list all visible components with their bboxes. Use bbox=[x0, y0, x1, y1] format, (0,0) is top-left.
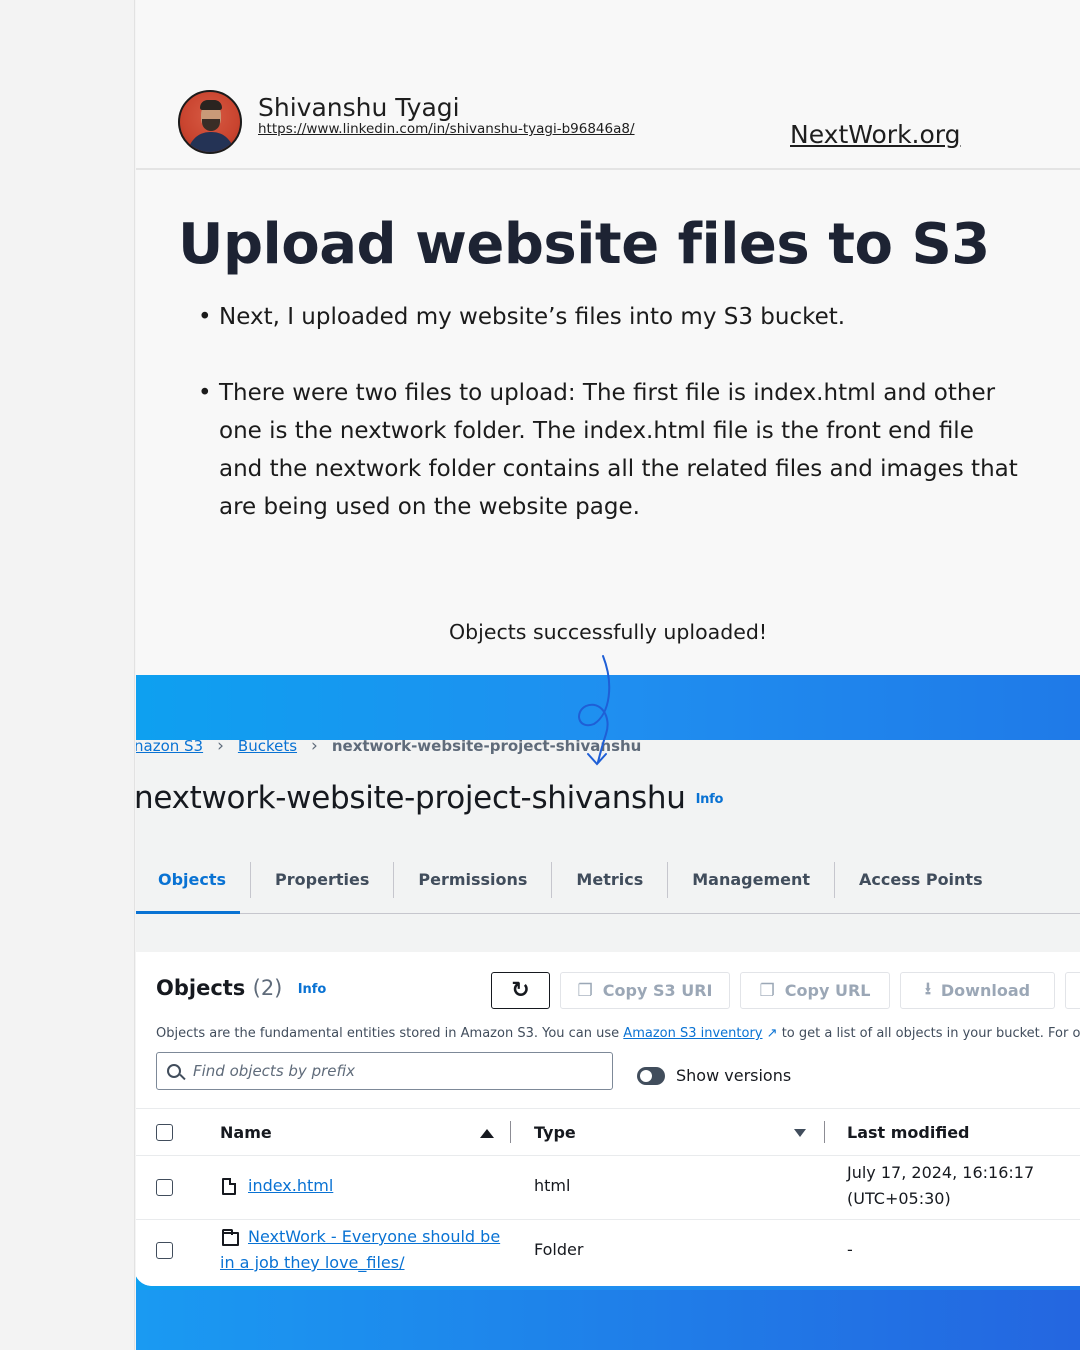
select-all-checkbox[interactable] bbox=[156, 1124, 173, 1141]
author-block: Shivanshu Tyagi https://www.linkedin.com… bbox=[178, 90, 635, 156]
tab-access-points[interactable]: Access Points bbox=[834, 862, 1007, 898]
tab-permissions[interactable]: Permissions bbox=[393, 862, 551, 898]
column-last-modified[interactable]: Last modified bbox=[847, 1123, 970, 1142]
avatar bbox=[178, 90, 242, 154]
object-last-modified-tz: (UTC+05:30) bbox=[847, 1189, 951, 1208]
objects-count: (2) bbox=[252, 976, 283, 1000]
objects-info-link[interactable]: Info bbox=[298, 982, 327, 997]
file-icon bbox=[222, 1178, 236, 1195]
copy-s3-uri-label: Copy S3 URI bbox=[602, 981, 713, 1000]
inventory-link[interactable]: Amazon S3 inventory bbox=[623, 1026, 762, 1041]
bullet-list: Next, I uploaded my website’s files into… bbox=[198, 298, 1018, 564]
refresh-icon: ↻ bbox=[511, 978, 530, 1003]
column-name[interactable]: Name bbox=[220, 1123, 272, 1142]
copy-icon: ❐ bbox=[759, 980, 775, 1001]
download-button[interactable]: ⭳ Download bbox=[900, 972, 1055, 1009]
tab-bar: Objects Properties Permissions Metrics M… bbox=[136, 856, 1080, 914]
sort-descending-icon[interactable] bbox=[794, 1129, 806, 1137]
download-icon: ⭳ bbox=[924, 979, 931, 999]
description-suffix: to get a list of all objects in your buc… bbox=[781, 1026, 1080, 1041]
console-header-area bbox=[136, 740, 1080, 952]
breadcrumb-amazon-s3[interactable]: nazon S3 bbox=[136, 740, 203, 755]
author-name: Shivanshu Tyagi bbox=[258, 93, 460, 122]
author-text: Shivanshu Tyagi https://www.linkedin.com… bbox=[258, 94, 635, 137]
objects-table: Name Type Last modified index.html html … bbox=[136, 1108, 1080, 1283]
caption: Objects successfully uploaded! bbox=[449, 620, 768, 644]
column-divider bbox=[510, 1121, 511, 1143]
hand-drawn-arrow-icon bbox=[578, 655, 611, 766]
bucket-title: nextwork-website-project-shivanshu Info bbox=[136, 780, 723, 816]
copy-url-label: Copy URL bbox=[784, 981, 871, 1000]
folder-name-link[interactable]: NextWork - Everyone should be bbox=[248, 1227, 500, 1246]
row-checkbox[interactable] bbox=[156, 1179, 173, 1196]
bullet-item: There were two files to upload: The firs… bbox=[198, 374, 1018, 526]
download-label: Download bbox=[940, 981, 1031, 1000]
object-last-modified: July 17, 2024, 16:16:17 bbox=[847, 1163, 1035, 1182]
brand-link[interactable]: NextWork.org bbox=[790, 120, 961, 149]
bottom-gradient bbox=[136, 1290, 1080, 1350]
object-type: html bbox=[534, 1176, 571, 1195]
objects-panel: Objects (2) Info ↻ ❐ Copy S3 URI ❐ Copy UR… bbox=[136, 952, 1080, 1286]
table-row: NextWork - Everyone should be in a job t… bbox=[136, 1219, 1080, 1283]
tab-management[interactable]: Management bbox=[667, 862, 834, 898]
object-last-modified: - bbox=[847, 1240, 853, 1259]
tab-properties[interactable]: Properties bbox=[250, 862, 393, 898]
table-header-row: Name Type Last modified bbox=[136, 1108, 1080, 1155]
show-versions-toggle[interactable]: Show versions bbox=[637, 1066, 791, 1085]
search-placeholder: Find objects by prefix bbox=[193, 1062, 356, 1080]
folder-icon bbox=[222, 1229, 239, 1246]
bullet-item: Next, I uploaded my website’s files into… bbox=[198, 298, 1018, 336]
copy-url-button[interactable]: ❐ Copy URL bbox=[740, 972, 890, 1009]
tab-metrics[interactable]: Metrics bbox=[551, 862, 667, 898]
breadcrumb-buckets[interactable]: Buckets bbox=[238, 740, 297, 755]
search-input[interactable]: Find objects by prefix bbox=[156, 1052, 613, 1090]
page-title: Upload website files to S3 bbox=[178, 212, 990, 277]
slide-page: Shivanshu Tyagi https://www.linkedin.com… bbox=[136, 0, 1080, 1350]
chevron-right-icon: › bbox=[217, 740, 224, 756]
active-tab-indicator bbox=[136, 911, 240, 914]
chevron-right-icon: › bbox=[311, 740, 318, 756]
objects-description: Objects are the fundamental entities sto… bbox=[156, 1026, 1080, 1041]
search-icon bbox=[167, 1064, 181, 1078]
show-versions-label: Show versions bbox=[676, 1066, 792, 1085]
table-row: index.html html July 17, 2024, 16:16:17 … bbox=[136, 1155, 1080, 1219]
left-gutter bbox=[0, 0, 135, 1350]
object-type: Folder bbox=[534, 1240, 584, 1259]
folder-name-link-continued[interactable]: in a job they love_files/ bbox=[220, 1253, 405, 1272]
header-divider bbox=[136, 168, 1080, 170]
refresh-button[interactable]: ↻ bbox=[491, 972, 550, 1009]
row-checkbox[interactable] bbox=[156, 1242, 173, 1259]
description-prefix: Objects are the fundamental entities sto… bbox=[156, 1026, 620, 1041]
toggle-switch[interactable] bbox=[637, 1066, 665, 1085]
objects-heading-label: Objects bbox=[156, 976, 246, 1000]
copy-icon: ❐ bbox=[577, 980, 593, 1001]
tab-objects[interactable]: Objects bbox=[136, 862, 250, 898]
external-link-icon: ↗ bbox=[766, 1026, 778, 1041]
more-actions-button[interactable] bbox=[1065, 972, 1080, 1009]
s3-console-screenshot: nazon S3 › Buckets › nextwork-website-pr… bbox=[136, 740, 1080, 1286]
bucket-name: nextwork-website-project-shivanshu bbox=[136, 780, 686, 816]
copy-s3-uri-button[interactable]: ❐ Copy S3 URI bbox=[560, 972, 730, 1009]
objects-heading: Objects (2) Info bbox=[156, 976, 326, 1000]
column-type[interactable]: Type bbox=[534, 1123, 576, 1142]
column-divider bbox=[824, 1121, 825, 1143]
author-profile-link[interactable]: https://www.linkedin.com/in/shivanshu-ty… bbox=[258, 122, 635, 137]
info-link[interactable]: Info bbox=[696, 792, 724, 807]
sort-ascending-icon[interactable] bbox=[480, 1129, 494, 1138]
object-name-link[interactable]: index.html bbox=[248, 1176, 333, 1195]
